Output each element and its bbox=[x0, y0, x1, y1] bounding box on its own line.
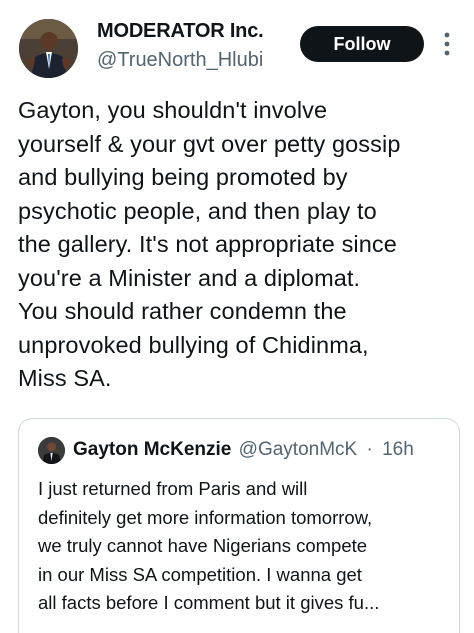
author-handle[interactable]: @TrueNorth_Hlubi bbox=[97, 49, 263, 72]
quoted-body-line: all facts before I comment but it gives … bbox=[38, 592, 380, 613]
author-display-name[interactable]: MODERATOR Inc. bbox=[97, 20, 264, 43]
tweet-body-line: yourself & your gvt over petty gossip bbox=[18, 130, 401, 157]
tweet-body-line: Gayton, you shouldn't involve bbox=[18, 97, 328, 123]
tweet-body-line: psychotic people, and then play to bbox=[18, 197, 377, 224]
author-avatar[interactable] bbox=[19, 19, 78, 78]
quoted-body-line: in our Miss SA competition. I wanna get bbox=[38, 563, 362, 585]
vertical-ellipsis-icon[interactable] bbox=[442, 30, 452, 58]
tweet-body-line: Miss SA. bbox=[18, 365, 112, 391]
quoted-body-line: we truly cannot have Nigerians compete bbox=[38, 535, 368, 556]
quoted-tweet-body: I just returned from Paris and will defi… bbox=[38, 475, 450, 618]
tweet-body-line: the gallery. It's not appropriate since bbox=[18, 231, 397, 257]
tweet-header: MODERATOR Inc. @TrueNorth_Hlubi Follow bbox=[0, 0, 474, 90]
quoted-tweet-timestamp[interactable]: 16h bbox=[382, 439, 414, 460]
tweet-body-line: You should rather condemn the bbox=[18, 298, 347, 324]
quoted-body-line: definitely get more information tomorrow… bbox=[38, 506, 373, 528]
quoted-author-handle[interactable]: @GaytonMcK bbox=[239, 439, 358, 460]
tweet-body-line: and bullying being promoted by bbox=[18, 164, 348, 190]
tweet-body: Gayton, you shouldn't involve yourself &… bbox=[18, 94, 468, 396]
quoted-tweet-header: Gayton McKenzie @GaytonMcK · 16h bbox=[73, 439, 414, 461]
quoted-author-avatar[interactable] bbox=[38, 437, 65, 464]
tweet-body-line: unprovoked bullying of Chidinma, bbox=[18, 331, 369, 358]
dot-separator: · bbox=[366, 439, 373, 460]
quoted-body-line: I just returned from Paris and will bbox=[38, 478, 308, 499]
quoted-author-display-name[interactable]: Gayton McKenzie bbox=[73, 439, 231, 460]
quoted-tweet-card[interactable]: Gayton McKenzie @GaytonMcK · 16h I just … bbox=[18, 418, 460, 633]
follow-button[interactable]: Follow bbox=[300, 26, 424, 62]
tweet-body-line: you're a Minister and a diplomat. bbox=[18, 264, 361, 291]
